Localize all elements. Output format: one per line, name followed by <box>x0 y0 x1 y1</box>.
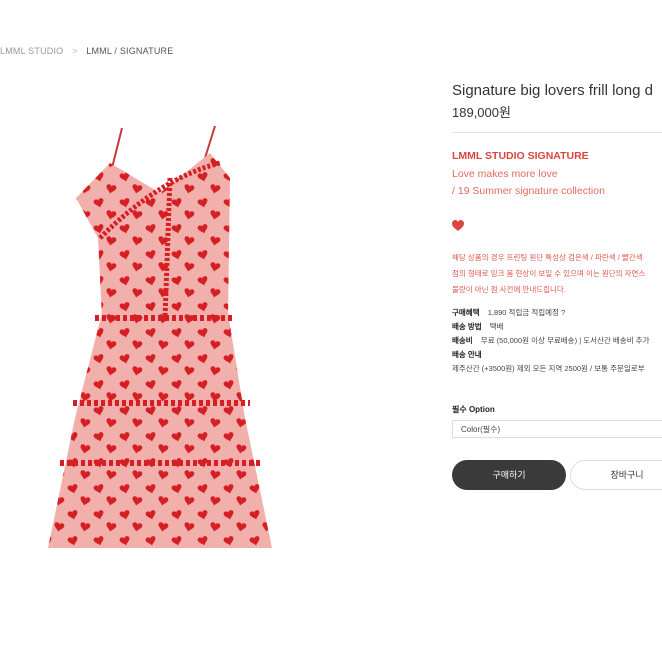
shipping-guide-value: 제주산간 (+3500원) 제외 모든 지역 2500원 / 보통 주문일로부 <box>452 364 645 373</box>
notice-line: 점의 형태로 잉크 뭄 현상이 보일 수 있으며 이는 원단의 자연스 <box>452 269 646 278</box>
breadcrumb-current-link[interactable]: LMML / SIGNATURE <box>86 46 173 56</box>
print-notice: 해당 상품의 경우 프린팅 원단 특성상 검은색 / 파란색 / 빨간색 점의 … <box>452 250 645 298</box>
heart-icon[interactable] <box>452 220 464 232</box>
option-label: 필수 Option <box>452 405 495 414</box>
points-label: 구매혜택 <box>452 308 480 317</box>
shipping-guide-row: 배송 안내 <box>452 348 650 362</box>
breadcrumb: LMML STUDIO > LMML / SIGNATURE <box>0 46 173 56</box>
divider <box>452 132 662 133</box>
product-title: Signature big lovers frill long d <box>452 82 653 100</box>
product-info-panel: Signature big lovers frill long d 189,00… <box>452 0 662 662</box>
add-to-cart-button[interactable]: 장바구니 <box>570 460 662 490</box>
shipping-method-row: 배송 방법 택배 <box>452 320 650 334</box>
breadcrumb-home-link[interactable]: LMML STUDIO <box>0 46 63 56</box>
buy-button[interactable]: 구매하기 <box>452 460 566 490</box>
product-price: 189,000원 <box>452 105 511 120</box>
product-description-line: / 19 Summer signature collection <box>452 185 605 197</box>
product-description-line: Love makes more love <box>452 168 558 180</box>
shipping-guide-label: 배송 안내 <box>452 350 482 359</box>
brand-name: LMML STUDIO SIGNATURE <box>452 150 589 162</box>
shipping-specs: 구매혜택 1,890 적립금 적립예정 ? 배송 방법 택배 배송비 무료 (5… <box>452 306 650 376</box>
shipping-fee-row: 배송비 무료 (50,000원 이상 무료배송) | 도서산간 배송비 추가 <box>452 334 650 348</box>
shipping-fee-value: 무료 (50,000원 이상 무료배송) <box>480 336 578 345</box>
shipping-fee-label: 배송비 <box>452 336 473 345</box>
shipping-method-label: 배송 방법 <box>452 322 482 331</box>
notice-line: 불량이 아닌 점 사전에 안내드립니다. <box>452 285 566 294</box>
points-value: 1,890 적립금 적립예정 ? <box>487 308 566 317</box>
points-row: 구매혜택 1,890 적립금 적립예정 ? <box>452 306 650 320</box>
product-image <box>48 125 272 548</box>
shipping-fee-extra: | 도서산간 배송비 추가 <box>579 336 650 345</box>
notice-line: 해당 상품의 경우 프린팅 원단 특성상 검은색 / 파란색 / 빨간색 <box>452 253 643 262</box>
shipping-method-value: 택배 <box>489 322 504 331</box>
color-select[interactable]: Color(필수) <box>452 420 662 438</box>
chevron-right-icon: > <box>72 46 78 56</box>
